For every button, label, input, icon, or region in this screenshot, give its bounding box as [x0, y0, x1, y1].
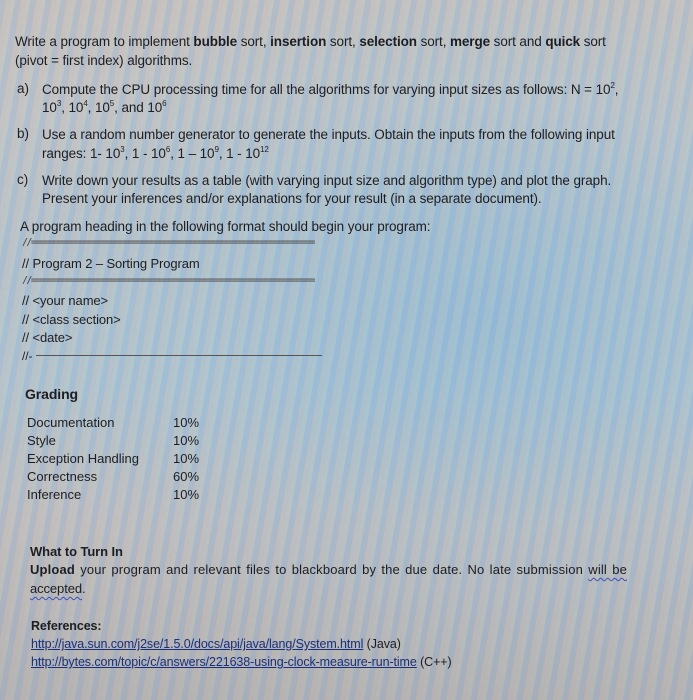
task-c-marker: c): [17, 172, 29, 187]
spellcheck-flag: will be: [588, 562, 627, 577]
grading-value: 10%: [173, 451, 200, 466]
assignment-document: Write a program to implement bubble sort…: [0, 0, 693, 700]
grading-value: 10%: [173, 433, 200, 448]
heading-bottom-line: [36, 355, 322, 356]
reference-item: http://bytes.com/topic/c/answers/221638-…: [31, 653, 452, 671]
grading-label: Correctness: [27, 469, 98, 484]
base: , 1 - 10: [218, 146, 261, 161]
separator: sort,: [326, 34, 360, 49]
task-a-text: Compute the CPU processing time for all …: [42, 82, 611, 97]
grading-row: Exception Handling: [27, 450, 139, 468]
intro-text: Write a program to implement: [15, 34, 194, 49]
algo-insertion: insertion: [270, 34, 327, 49]
comment-slash: //-: [22, 349, 33, 363]
heading-title: // Program 2 – Sorting Program: [22, 256, 200, 271]
turn-in-line-1: Upload your program and relevant files t…: [30, 561, 627, 579]
task-c-line-1: Write down your results as a table (with…: [42, 173, 612, 188]
heading-date: // <date>: [22, 330, 73, 345]
references-title: References:: [31, 619, 102, 633]
task-b-marker: b): [17, 126, 30, 141]
base: ranges: 1- 10: [42, 146, 121, 161]
base: 10: [42, 100, 57, 115]
grading-label: Exception Handling: [27, 451, 140, 466]
heading-rule-top: //======================================…: [22, 237, 315, 248]
heading-rule-bottom: //-: [22, 347, 32, 365]
algo-quick: quick: [545, 34, 581, 49]
grading-label: Inference: [27, 487, 82, 502]
grading-row: Correctness: [27, 468, 97, 486]
grading-label: Documentation: [27, 415, 115, 430]
reference-link-java[interactable]: http://java.sun.com/j2se/1.5.0/docs/api/…: [31, 637, 363, 651]
task-c-line-2: Present your inferences and/or explanati…: [42, 191, 542, 206]
upload-word: Upload: [30, 562, 75, 577]
algo-selection: selection: [359, 34, 417, 49]
heading-section: // <class section>: [22, 312, 121, 327]
turn-in-title: What to Turn In: [30, 544, 123, 559]
heading-rule-mid: //======================================…: [22, 275, 315, 286]
base: , 1 – 10: [170, 146, 215, 161]
turn-in-line-2: accepted.: [30, 580, 86, 598]
grading-value: 10%: [173, 487, 200, 502]
reference-note: (Java): [363, 637, 401, 651]
separator: sort and: [490, 34, 546, 49]
turn-in-text: your program and relevant files to black…: [74, 562, 589, 577]
intro-line-2: (pivot = first index) algorithms.: [15, 53, 193, 68]
algo-merge: merge: [450, 34, 491, 49]
punct: .: [81, 581, 86, 596]
intro-suffix: sort: [580, 34, 606, 49]
grading-label: Style: [27, 433, 56, 448]
punct: ,: [614, 82, 619, 97]
separator: sort,: [237, 34, 271, 49]
base: , 10: [87, 100, 110, 115]
grading-title: Grading: [25, 386, 78, 402]
exponent: 12: [260, 145, 269, 154]
spellcheck-flag: accepted: [30, 581, 82, 596]
reference-item: http://java.sun.com/j2se/1.5.0/docs/api/…: [31, 635, 401, 653]
grading-row: Inference: [27, 486, 81, 504]
grading-value: 10%: [173, 415, 200, 430]
task-b-line-2: ranges: 1- 103, 1 - 106, 1 – 109, 1 - 10…: [42, 145, 269, 163]
grading-row: Style: [27, 432, 56, 450]
base: , 10: [61, 100, 84, 115]
reference-link-cpp[interactable]: http://bytes.com/topic/c/answers/221638-…: [31, 655, 417, 669]
heading-name: // <your name>: [22, 293, 109, 308]
exponent: 6: [162, 99, 167, 108]
task-a-marker: a): [17, 81, 30, 96]
grading-row: Documentation: [27, 414, 114, 432]
base: , and 10: [114, 100, 163, 115]
reference-note: (C++): [416, 655, 452, 669]
grading-value: 60%: [173, 469, 200, 484]
base: , 1 - 10: [124, 146, 166, 161]
separator: sort,: [416, 34, 450, 49]
heading-intro: A program heading in the following forma…: [20, 219, 431, 234]
task-a-line-2: 103, 104, 105, and 106: [42, 99, 167, 117]
algo-bubble: bubble: [193, 34, 238, 49]
task-a-line-1: Compute the CPU processing time for all …: [42, 81, 619, 99]
task-b-line-1: Use a random number generator to generat…: [42, 127, 615, 142]
intro-line-1: Write a program to implement bubble sort…: [15, 33, 606, 51]
